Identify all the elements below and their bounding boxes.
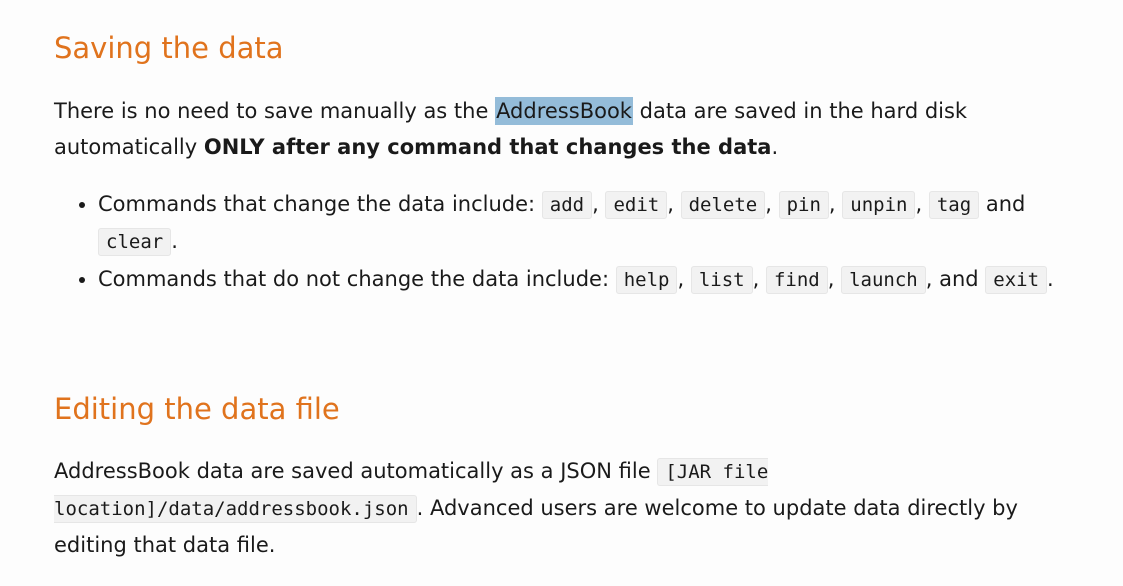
document-page: Saving the data There is no need to save… [0, 0, 1123, 586]
command-code: pin [778, 191, 829, 219]
highlighted-addressbook: AddressBook [495, 97, 633, 125]
bullet-end: . [171, 229, 178, 253]
commands-list: Commands that change the data include: a… [54, 186, 1064, 299]
intro-bold-text: ONLY after any command that changes the … [203, 135, 772, 159]
list-item-nonchanging-commands: Commands that do not change the data inc… [98, 261, 1064, 298]
command-code: list [690, 266, 753, 294]
bullet-lead: Commands that do not change the data inc… [98, 267, 616, 291]
command-code: unpin [842, 191, 916, 219]
command-code: edit [605, 191, 668, 219]
bullet-conjunction: , and [925, 267, 979, 291]
command-code: help [615, 266, 678, 294]
bullet-conjunction: and [985, 192, 1026, 216]
command-code: launch [841, 266, 926, 294]
command-code: exit [985, 266, 1048, 294]
saving-intro-paragraph: There is no need to save manually as the… [54, 93, 1064, 165]
list-item-changing-commands: Commands that change the data include: a… [98, 186, 1064, 260]
bullet-end: . [1047, 267, 1054, 291]
command-code: find [765, 266, 828, 294]
editing-data-file-heading: Editing the data file [54, 392, 340, 426]
intro-end: . [771, 135, 779, 159]
command-code: tag [928, 191, 980, 219]
command-code: delete [680, 191, 766, 219]
command-code: clear [98, 228, 172, 256]
editing-paragraph: AddressBook data are saved automatically… [54, 453, 1064, 563]
bullet-lead: Commands that change the data include: [98, 192, 542, 216]
saving-data-heading: Saving the data [54, 31, 284, 65]
intro-text-before: There is no need to save manually as the [54, 99, 496, 123]
command-code: add [541, 191, 593, 219]
editing-text-before: AddressBook data are saved automatically… [54, 459, 658, 483]
